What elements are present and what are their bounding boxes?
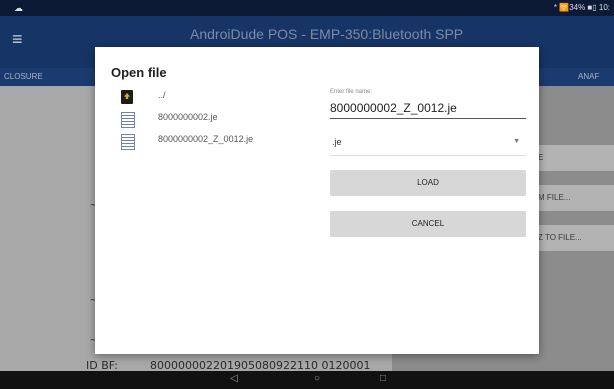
recents-icon[interactable]: □ (380, 373, 386, 384)
file-name: ../ (158, 90, 166, 100)
file-list-item[interactable]: 8000000002.je (121, 109, 291, 131)
app-title: AndroiDude POS - EMP-350:Bluetooth SPP (190, 26, 464, 42)
file-list: ../ 8000000002.je 8000000002_Z_0012.je (121, 87, 291, 153)
status-bar: ☁ * 🛜34% ■▯ 10: (0, 0, 614, 16)
load-button[interactable]: LOAD (330, 170, 526, 196)
file-icon (121, 134, 135, 150)
file-list-item[interactable]: 8000000002_Z_0012.je (121, 131, 291, 153)
dialog-title: Open file (111, 65, 167, 80)
filename-input[interactable] (330, 98, 526, 119)
tab-closure[interactable]: CLOSURE (4, 72, 43, 81)
tab-anaf[interactable]: ANAF (578, 72, 599, 81)
extension-value: .je (332, 137, 342, 147)
file-icon (121, 112, 135, 128)
file-name: 8000000002_Z_0012.je (158, 134, 254, 144)
background-button-z-to-file[interactable]: Z TO FILE... (530, 225, 614, 251)
background-button-e[interactable]: E (530, 145, 614, 171)
menu-icon[interactable]: ≡ (12, 29, 23, 50)
home-icon[interactable]: ○ (314, 373, 320, 384)
extension-select[interactable]: .je ▼ (330, 133, 526, 156)
system-nav-bar: ◁ ○ □ (0, 371, 614, 389)
cloud-icon: ☁ (14, 3, 23, 13)
filename-label: Enter file name: (330, 89, 373, 95)
status-indicators: * 🛜34% ■▯ 10: (553, 3, 610, 12)
file-list-item[interactable]: ../ (121, 87, 291, 109)
dropdown-arrow-icon: ▼ (513, 138, 520, 145)
open-file-dialog: Open file ../ 8000000002.je 8000000002_Z… (95, 47, 539, 354)
file-name: 8000000002.je (158, 112, 218, 122)
background-button-from-file[interactable]: M FILE... (530, 185, 614, 211)
cancel-button[interactable]: CANCEL (330, 211, 526, 237)
folder-up-icon (121, 90, 133, 104)
back-icon[interactable]: ◁ (230, 373, 238, 384)
